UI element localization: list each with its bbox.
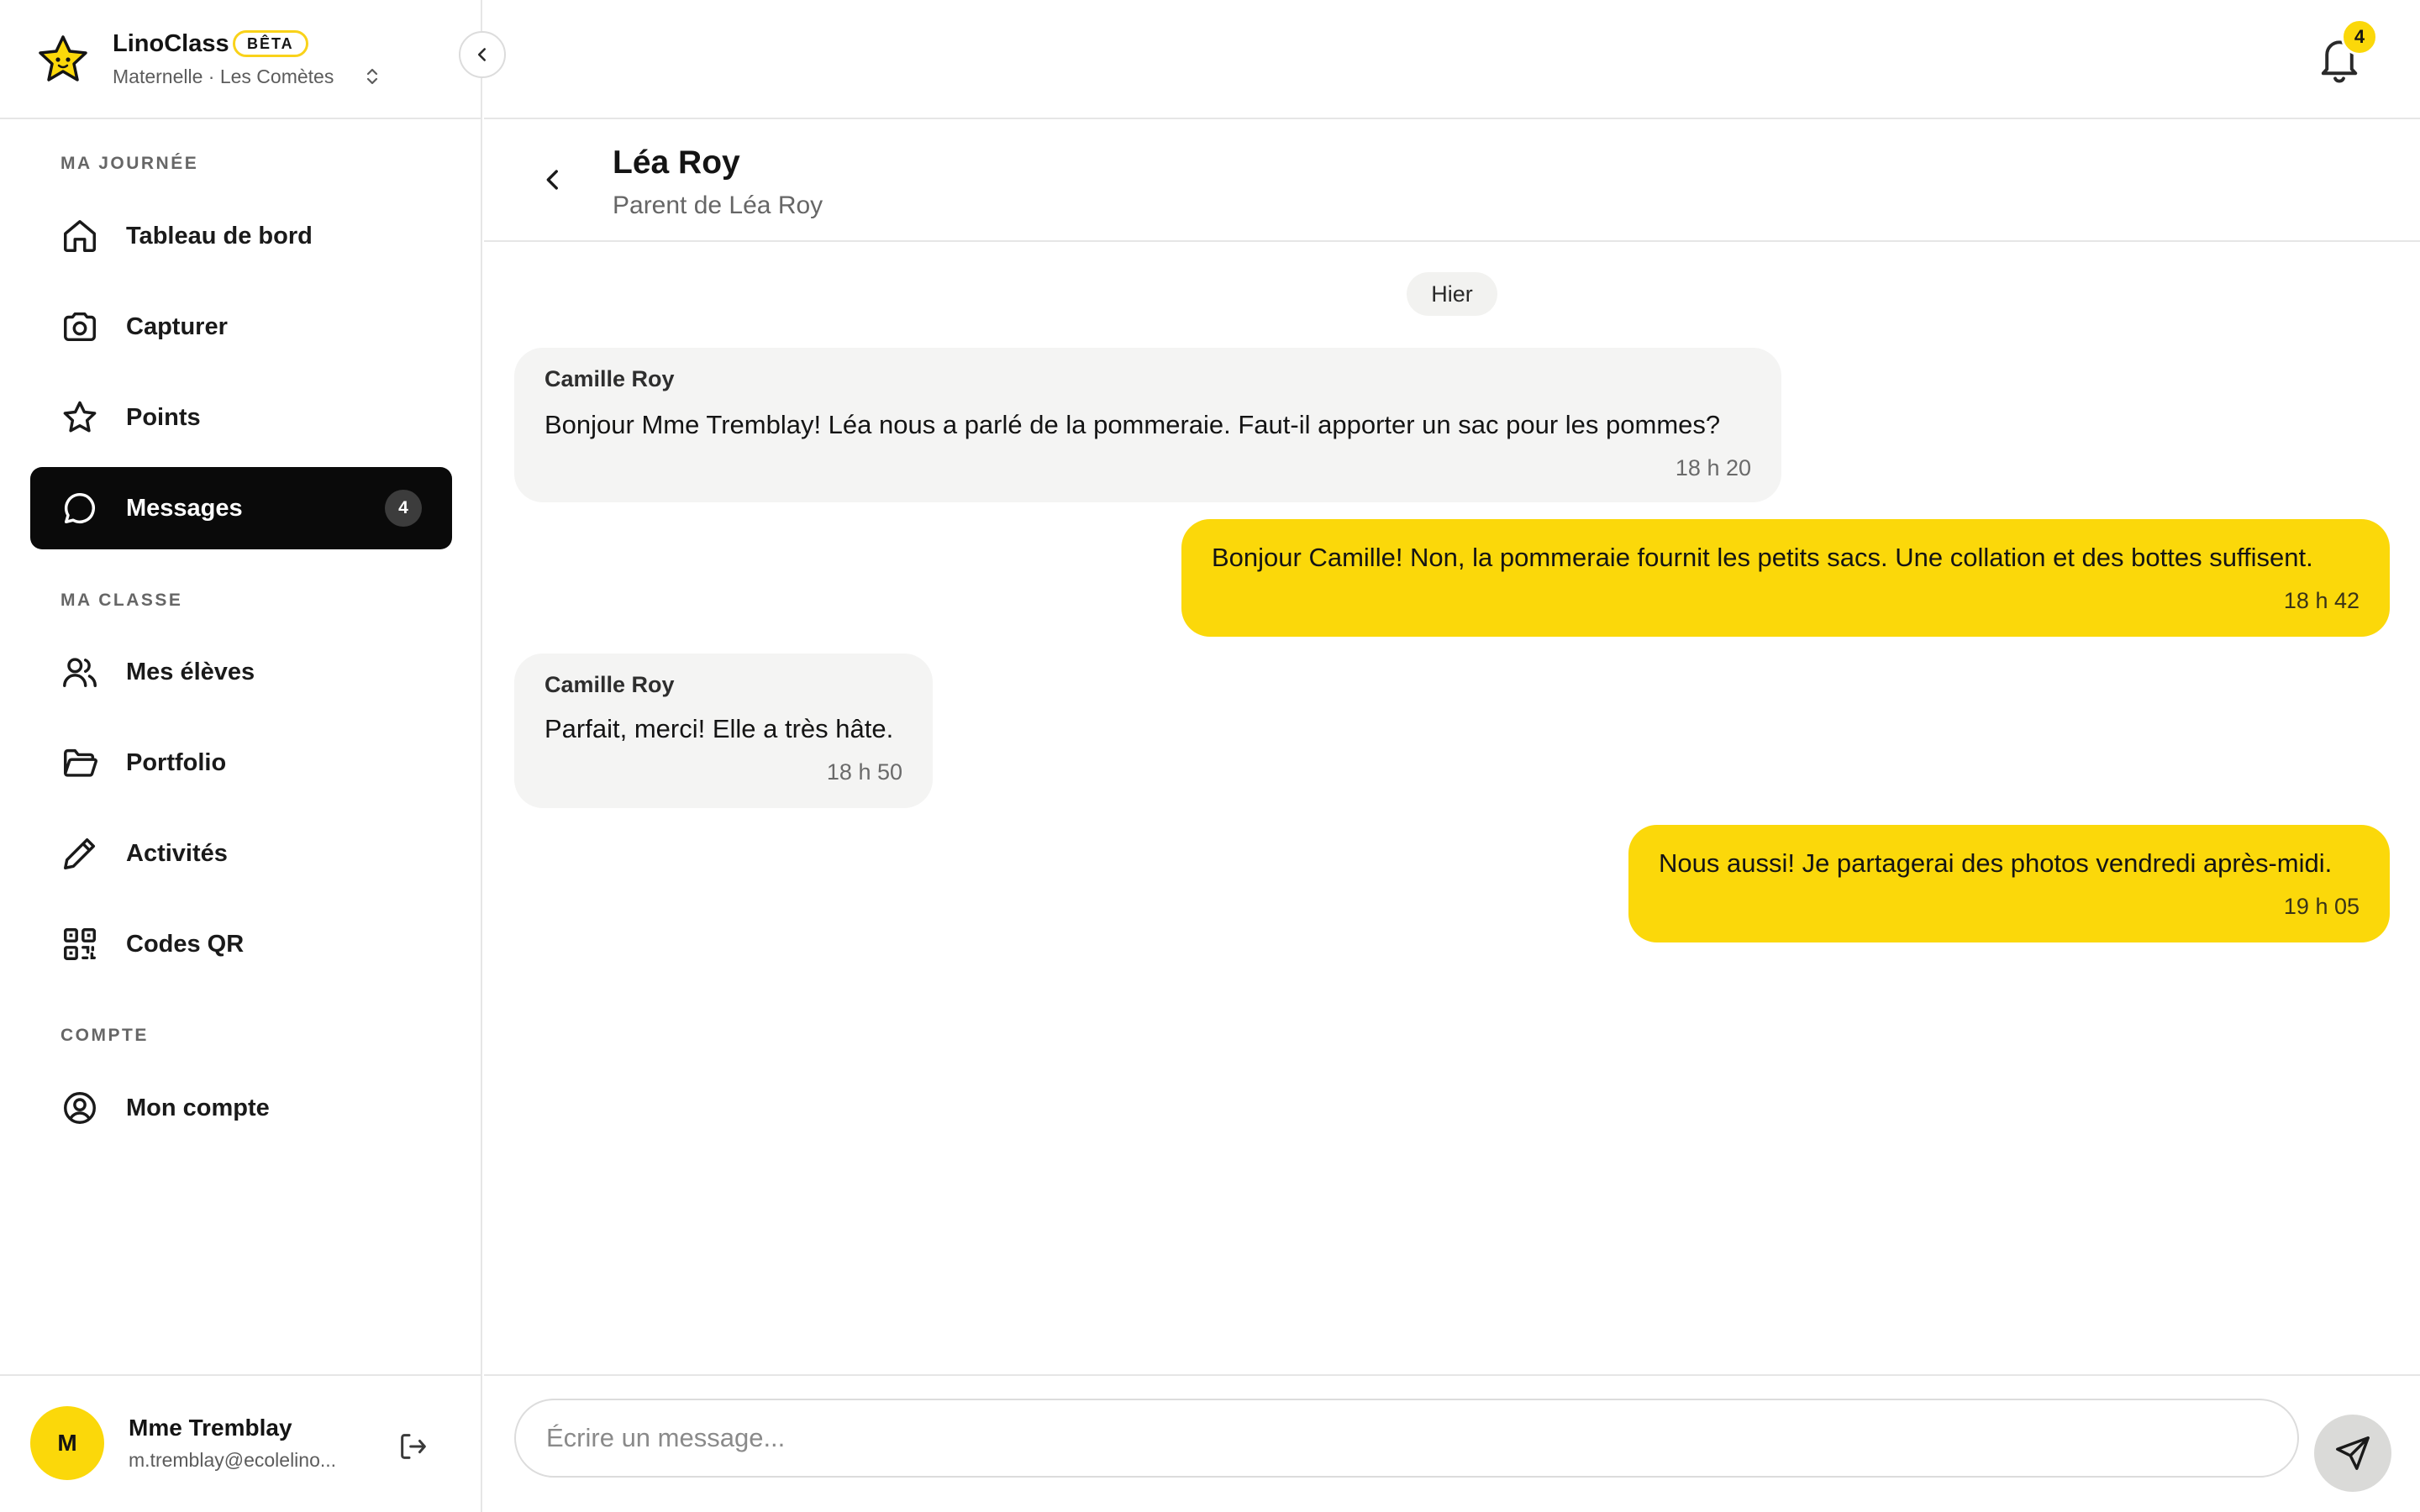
message-text: Bonjour Camille! Non, la pommeraie fourn… [1212, 543, 2313, 572]
chevron-left-icon [546, 170, 558, 190]
sidebar-item-mes-eleves[interactable]: Mes élèves [30, 631, 452, 713]
pencil-icon [64, 837, 96, 869]
conversation-subtitle: Parent de Léa Roy [613, 192, 823, 219]
back-button[interactable] [529, 156, 576, 203]
sidebar-item-portfolio[interactable]: Portfolio [30, 722, 452, 804]
folder-icon [64, 748, 97, 777]
user-name: Mme Tremblay [129, 1415, 292, 1441]
message-bubble-outgoing: Nous aussi! Je partagerai des photos ven… [1628, 825, 2390, 942]
message-sender: Camille Roy [544, 672, 675, 697]
unread-count-badge: 4 [385, 490, 422, 527]
message-text: Nous aussi! Je partagerai des photos ven… [1659, 848, 2333, 878]
home-icon [64, 220, 96, 252]
sidebar-item-capturer[interactable]: Capturer [30, 286, 452, 368]
star-icon [63, 401, 97, 433]
section-label-compte: COMPTE [60, 1026, 149, 1045]
user-circle-icon [64, 1092, 96, 1124]
sidebar-item-label: Tableau de bord [126, 222, 313, 249]
app-name: LinoClass [113, 30, 229, 57]
message-bubble-incoming: Camille Roy Parfait, merci! Elle a très … [514, 654, 933, 808]
send-button[interactable] [2314, 1415, 2391, 1492]
notification-count-badge: 4 [2341, 18, 2378, 55]
sidebar: LinoClass BÊTA Maternelle · Les Comètes … [0, 0, 482, 1512]
brand-header: LinoClass BÊTA Maternelle · Les Comètes [0, 0, 482, 119]
message-time: 19 h 05 [2283, 894, 2360, 919]
sidebar-item-label: Messages [126, 494, 243, 522]
message-text: Parfait, merci! Elle a très hâte. [544, 714, 894, 743]
chevron-up-down-icon[interactable] [362, 66, 382, 87]
sidebar-item-tableau-de-bord[interactable]: Tableau de bord [30, 195, 452, 277]
section-label-ma-classe: MA CLASSE [60, 591, 183, 610]
message-time: 18 h 42 [2283, 588, 2360, 613]
sidebar-item-codes-qr[interactable]: Codes QR [30, 903, 452, 985]
star-logo-icon [39, 35, 87, 81]
collapse-sidebar-button[interactable] [459, 31, 506, 78]
sidebar-item-label: Activités [126, 839, 228, 867]
top-bar [484, 0, 2420, 119]
logout-button[interactable] [395, 1428, 432, 1465]
chevron-left-icon [477, 48, 487, 61]
users-icon [63, 658, 97, 688]
message-sender: Camille Roy [544, 366, 675, 391]
logout-icon [401, 1434, 426, 1459]
beta-badge: BÊTA [233, 30, 308, 57]
sidebar-item-label: Capturer [126, 312, 228, 340]
user-email: m.tremblay@ecolelino... [129, 1449, 337, 1471]
class-selector[interactable]: Maternelle · Les Comètes [113, 66, 334, 88]
sidebar-item-points[interactable]: Points [30, 376, 452, 459]
conversation-title: Léa Roy [613, 144, 740, 181]
message-bubble-outgoing: Bonjour Camille! Non, la pommeraie fourn… [1181, 519, 2390, 637]
sidebar-item-label: Mon compte [126, 1094, 270, 1121]
sidebar-item-messages[interactable]: Messages 4 [30, 467, 452, 549]
sidebar-item-label: Codes QR [126, 930, 245, 958]
avatar[interactable]: M [30, 1406, 104, 1480]
send-icon [2336, 1436, 2370, 1470]
message-text: Bonjour Mme Tremblay! Léa nous a parlé d… [544, 410, 1721, 439]
day-separator: Hier [1407, 272, 1497, 316]
message-input[interactable] [514, 1399, 2299, 1478]
sidebar-item-label: Mes élèves [126, 658, 255, 685]
user-profile: M Mme Tremblay m.tremblay@ecolelino... [0, 1374, 482, 1512]
camera-icon [64, 312, 96, 342]
section-label-ma-journee: MA JOURNÉE [60, 154, 199, 173]
message-icon [64, 492, 95, 524]
sidebar-item-label: Portfolio [126, 748, 227, 776]
sidebar-item-activites[interactable]: Activités [30, 812, 452, 895]
message-time: 18 h 50 [826, 759, 902, 785]
sidebar-item-label: Points [126, 403, 201, 431]
qr-code-icon [64, 928, 96, 960]
message-time: 18 h 20 [1675, 455, 1751, 480]
message-bubble-incoming: Camille Roy Bonjour Mme Tremblay! Léa no… [514, 348, 1781, 502]
sidebar-item-mon-compte[interactable]: Mon compte [30, 1067, 452, 1149]
conversation-header [484, 121, 2420, 242]
